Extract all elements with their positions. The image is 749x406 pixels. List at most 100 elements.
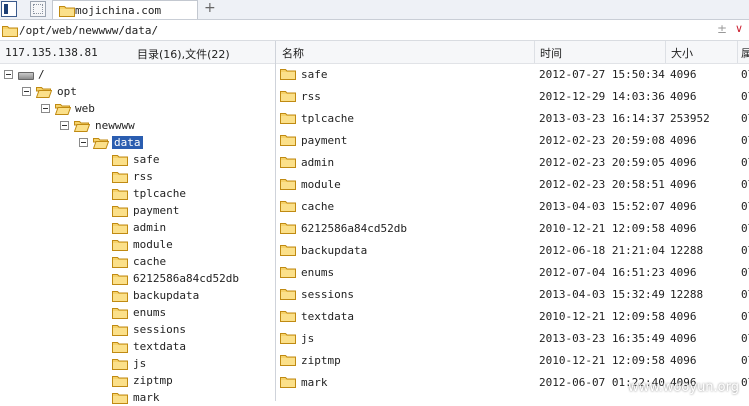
column-perm[interactable]: 属 [741,45,749,61]
tree-label: textdata [133,340,186,353]
file-row[interactable]: payment 2012-02-23 20:59:08 4096 07 [276,129,749,151]
folder-icon [280,244,296,256]
file-size: 253952 [670,112,710,125]
file-name: js [301,332,315,345]
folder-icon [280,222,296,234]
file-time: 2013-03-23 16:35:49 [539,332,665,345]
tree-node-opt[interactable]: opt [22,84,102,100]
file-row[interactable]: enums 2012-07-04 16:51:23 4096 07 [276,261,749,283]
file-list-header: 名称 时间 大小 属 [276,41,749,64]
folder-icon [112,239,128,251]
collapse-icon[interactable] [79,138,88,147]
column-divider[interactable] [534,41,535,63]
tree-node-folder[interactable]: mark [112,390,252,406]
tree-node-folder[interactable]: 6212586a84cd52db [112,271,252,287]
path-input[interactable]: /opt/web/newwww/data/ [19,24,158,37]
file-row[interactable]: sessions 2013-04-03 15:32:49 12288 07 [276,283,749,305]
folder-icon [112,341,128,353]
file-name: module [301,178,341,191]
up-icon[interactable]: ± [717,22,727,36]
tree-label: cache [133,255,167,268]
file-row[interactable]: textdata 2010-12-21 12:09:58 4096 07 [276,305,749,327]
file-row[interactable]: admin 2012-02-23 20:59:05 4096 07 [276,151,749,173]
column-name[interactable]: 名称 [282,45,304,61]
file-row[interactable]: module 2012-02-23 20:58:51 4096 07 [276,173,749,195]
file-row[interactable]: backupdata 2012-06-18 21:21:04 12288 07 [276,239,749,261]
file-perm: 07 [741,112,749,125]
tree-node-web[interactable]: web [41,101,121,117]
file-row[interactable]: safe 2012-07-27 15:50:34 4096 07 [276,63,749,85]
info-bar: 117.135.138.81 目录(16),文件(22) [0,41,275,64]
column-divider[interactable] [665,41,666,63]
folder-icon [112,188,128,200]
collapse-icon[interactable] [60,121,69,130]
tree-node-folder[interactable]: cache [112,254,252,270]
file-row[interactable]: rss 2012-12-29 14:03:36 4096 07 [276,85,749,107]
column-divider[interactable] [737,41,738,63]
tree-node-newwww[interactable]: newwww [60,118,160,134]
tree-node-folder[interactable]: ziptmp [112,373,252,389]
file-row[interactable]: 6212586a84cd52db 2010-12-21 12:09:58 4096 0… [276,217,749,239]
file-name: textdata [301,310,354,323]
folder-icon [280,178,296,190]
file-row[interactable]: js 2013-03-23 16:35:49 4096 07 [276,327,749,349]
tree-node-folder[interactable]: safe [112,152,252,168]
folder-open-icon [36,86,52,98]
file-row[interactable]: tplcache 2013-03-23 16:14:37 253952 07 [276,107,749,129]
tree-node-folder[interactable]: textdata [112,339,252,355]
tree-node-folder[interactable]: tplcache [112,186,252,202]
tree-node-folder[interactable]: rss [112,169,252,185]
folder-icon [280,68,296,80]
tree-label: payment [133,204,180,217]
file-size: 4096 [670,200,697,213]
file-time: 2012-06-18 21:21:04 [539,244,665,257]
path-bar: /opt/web/newwww/data/ ± ∨ [0,20,749,41]
folder-icon [112,290,128,302]
folder-icon [280,266,296,278]
tree-node-folder[interactable]: js [112,356,252,372]
tree-label: admin [133,221,167,234]
file-time: 2013-03-23 16:14:37 [539,112,665,125]
tree-node-folder[interactable]: module [112,237,252,253]
tab-bar: mojichina.com + [0,0,749,20]
tree-label: 6212586a84cd52db [133,272,239,285]
file-row[interactable]: ziptmp 2010-12-21 12:09:58 4096 07 [276,349,749,371]
tree-node-folder[interactable]: admin [112,220,252,236]
folder-icon [112,171,128,183]
file-perm: 07 [741,90,749,103]
drive-icon [18,72,34,80]
column-size[interactable]: 大小 [671,45,693,61]
folder-icon [280,354,296,366]
collapse-icon[interactable] [4,70,13,79]
tree-node-folder[interactable]: sessions [112,322,252,338]
new-window-icon[interactable] [30,1,46,17]
column-time[interactable]: 时间 [540,45,562,61]
file-name: cache [301,200,335,213]
file-time: 2010-12-21 12:09:58 [539,354,665,367]
folder-icon [112,307,128,319]
folder-icon [280,376,296,388]
folder-icon [280,134,296,146]
file-size: 4096 [670,310,697,323]
tree-node-folder[interactable]: payment [112,203,252,219]
file-perm: 07 [741,178,749,191]
folder-icon [280,156,296,168]
tree-node-root[interactable]: / [4,67,64,83]
file-time: 2012-12-29 14:03:36 [539,90,665,103]
collapse-icon[interactable] [41,104,50,113]
tree-node-folder[interactable]: enums [112,305,252,321]
file-name: safe [301,68,328,81]
tab-site[interactable]: mojichina.com [52,0,198,19]
file-time: 2012-07-27 15:50:34 [539,68,665,81]
collapse-icon[interactable] [22,87,31,96]
file-row[interactable]: cache 2013-04-03 15:52:07 4096 07 [276,195,749,217]
folder-icon [2,25,18,37]
new-tab-button[interactable]: + [204,0,216,16]
tree-node-data[interactable]: data [79,135,159,151]
file-name: mark [301,376,328,389]
file-size: 4096 [670,134,697,147]
path-dropdown-icon[interactable]: ∨ [735,22,743,35]
tree-node-folder[interactable]: backupdata [112,288,252,304]
file-perm: 07 [741,376,749,389]
panel-toggle-icon[interactable] [1,1,17,17]
